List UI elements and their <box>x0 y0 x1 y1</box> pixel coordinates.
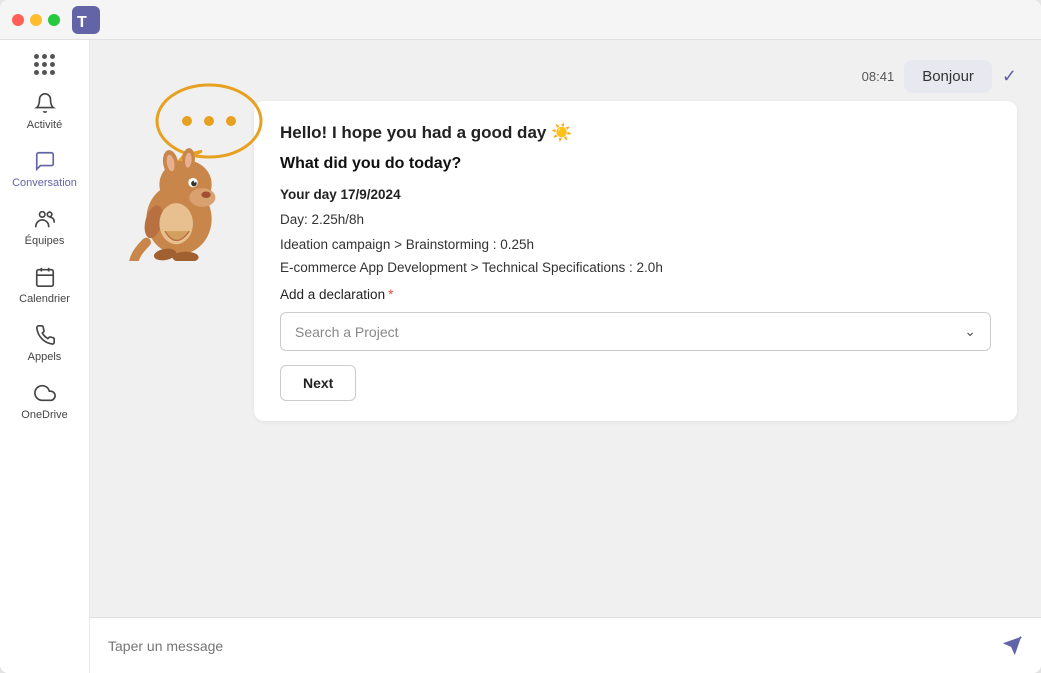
svg-text:T: T <box>77 14 87 31</box>
sidebar-item-grid[interactable] <box>0 48 89 81</box>
card-question: What did you do today? <box>280 155 991 173</box>
message-card: Hello! I hope you had a good day ☀️ What… <box>254 101 1017 421</box>
teams-logo-icon: T <box>72 6 100 34</box>
chat-icon <box>33 149 57 173</box>
required-star: * <box>388 287 393 302</box>
check-icon: ✓ <box>1002 66 1017 87</box>
sidebar-item-equipes[interactable]: Équipes <box>0 197 89 255</box>
grid-icon <box>34 54 55 75</box>
minimize-dot <box>30 14 42 26</box>
search-dropdown-placeholder: Search a Project <box>295 324 399 340</box>
cloud-icon <box>33 381 57 405</box>
sidebar-item-onedrive[interactable]: OneDrive <box>0 371 89 429</box>
message-input-bar <box>90 617 1041 673</box>
title-bar: T <box>0 0 1041 40</box>
search-project-dropdown[interactable]: Search a Project ⌄ <box>280 312 991 351</box>
sidebar-item-conversation[interactable]: Conversation <box>0 139 89 197</box>
send-icon <box>1001 635 1023 657</box>
sidebar-label-activity: Activité <box>27 119 62 131</box>
phone-icon <box>33 323 57 347</box>
sidebar-label-calendrier: Calendrier <box>19 293 70 305</box>
sidebar-label-onedrive: OneDrive <box>21 409 67 421</box>
next-button[interactable]: Next <box>280 365 356 401</box>
card-greeting: Hello! I hope you had a good day ☀️ <box>280 123 991 143</box>
content-area: 08:41 Bonjour ✓ <box>90 40 1041 673</box>
maximize-dot <box>48 14 60 26</box>
calendar-icon <box>33 265 57 289</box>
sidebar-label-equipes: Équipes <box>25 235 65 247</box>
kangaroo-mascot <box>114 121 244 261</box>
card-entry-1: Ideation campaign > Brainstorming : 0.25… <box>280 237 991 252</box>
send-button[interactable] <box>1001 635 1023 657</box>
close-dot <box>12 14 24 26</box>
kangaroo-container <box>114 101 244 261</box>
card-entry-2: E-commerce App Development > Technical S… <box>280 260 991 275</box>
window-controls <box>12 14 60 26</box>
sidebar-label-conversation: Conversation <box>12 177 77 189</box>
card-add-declaration-label: Add a declaration* <box>280 287 991 302</box>
mascot-area: Hello! I hope you had a good day ☀️ What… <box>114 101 1017 421</box>
card-day-total: Day: 2.25h/8h <box>280 212 991 227</box>
time-display: 08:41 <box>862 69 895 84</box>
sidebar-item-calendrier[interactable]: Calendrier <box>0 255 89 313</box>
app-window: T Activité <box>0 0 1041 673</box>
sidebar-item-activity[interactable]: Activité <box>0 81 89 139</box>
teams-icon <box>33 207 57 231</box>
sidebar-label-appels: Appels <box>28 351 62 363</box>
bonjour-button[interactable]: Bonjour <box>904 60 992 93</box>
chat-area: 08:41 Bonjour ✓ <box>90 40 1041 617</box>
card-day-label: Your day 17/9/2024 <box>280 187 991 202</box>
sidebar: Activité Conversation <box>0 40 90 673</box>
chevron-down-icon: ⌄ <box>964 323 976 340</box>
main-layout: Activité Conversation <box>0 40 1041 673</box>
bell-icon <box>33 91 57 115</box>
message-input[interactable] <box>108 638 991 654</box>
sidebar-item-appels[interactable]: Appels <box>0 313 89 371</box>
